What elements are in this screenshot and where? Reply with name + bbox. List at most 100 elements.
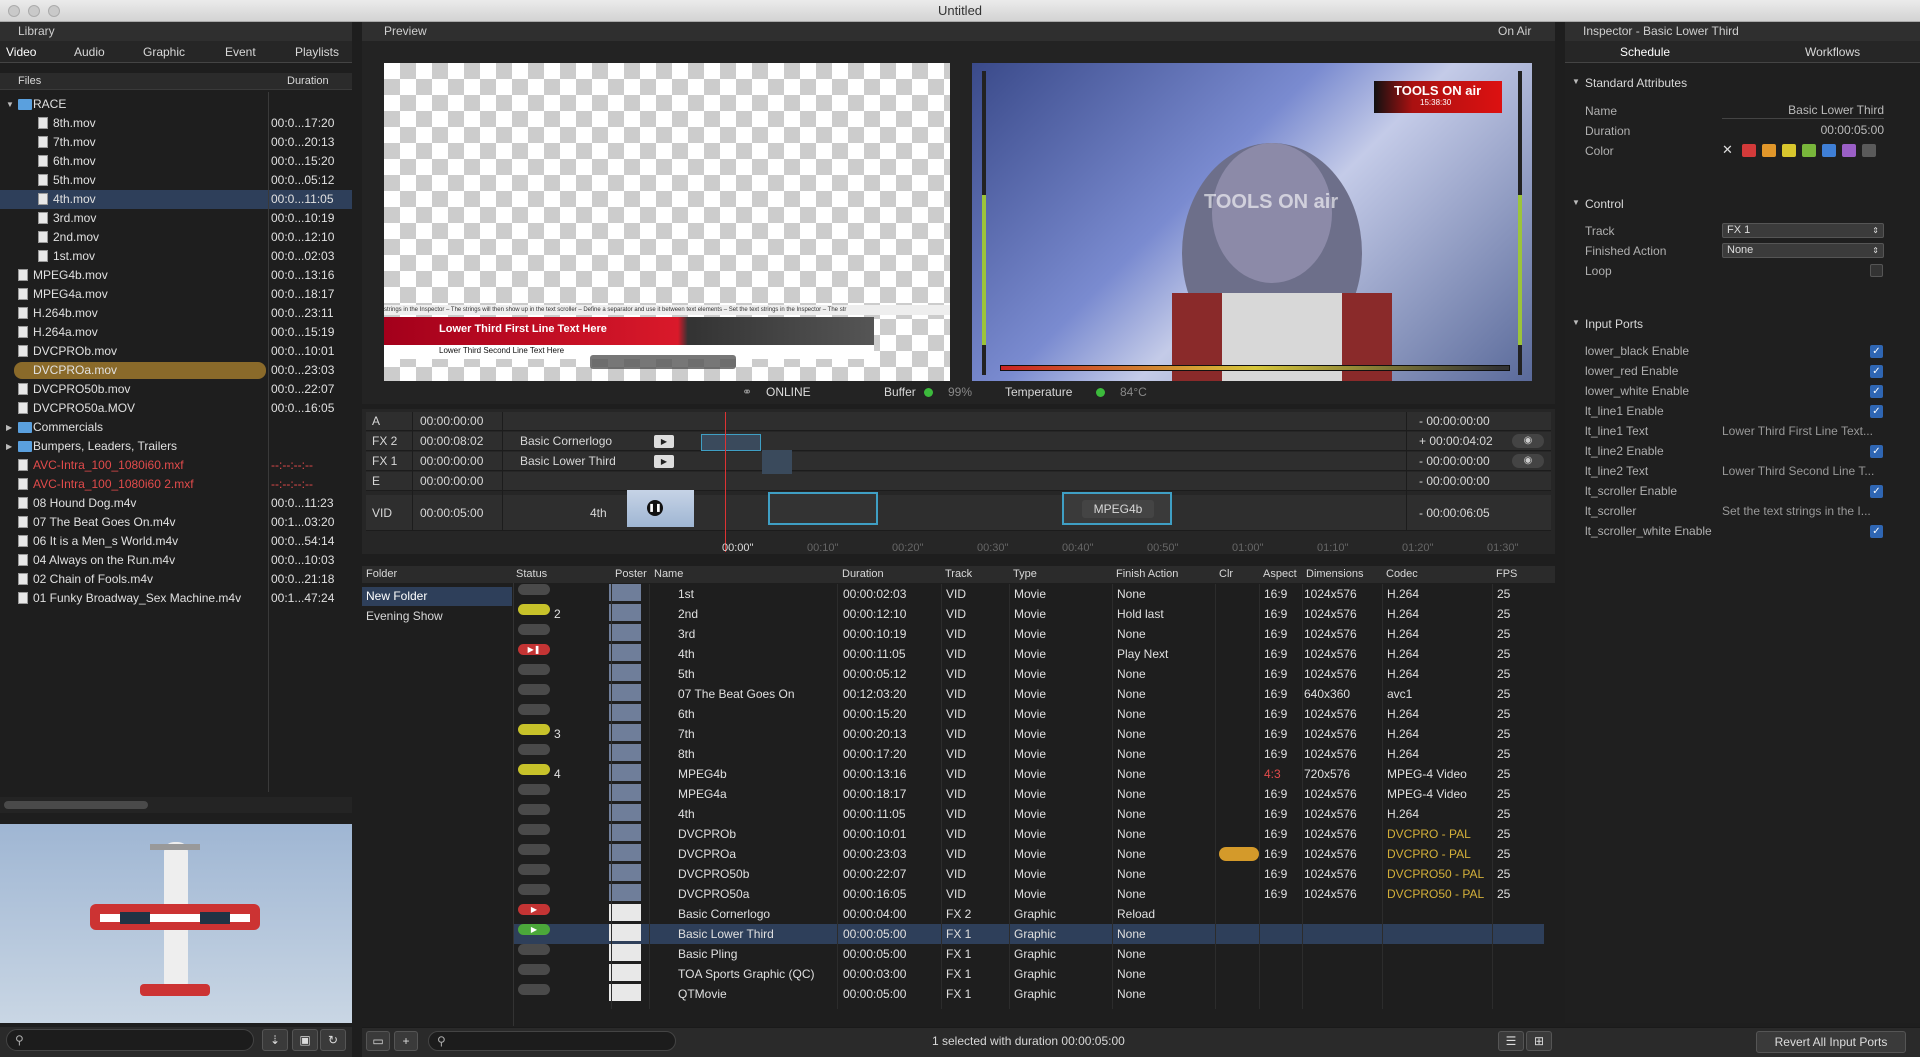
fx2-clip-block[interactable]: [701, 434, 761, 451]
table-row[interactable]: 2 2nd 00:00:12:10 VID Movie Hold last 16:9 1024…: [514, 604, 1544, 624]
status-pill[interactable]: [518, 784, 550, 795]
file-row[interactable]: 3rd.mov 00:0...10:19: [0, 209, 352, 228]
color-swatch[interactable]: [1822, 144, 1836, 157]
table-row[interactable]: 4th 00:00:11:05 VID Movie None 16:9 1024x576 H.…: [514, 804, 1544, 824]
port-checkbox[interactable]: ✓: [1870, 525, 1883, 538]
disclosure-triangle-icon[interactable]: ▼: [1572, 77, 1580, 86]
file-row[interactable]: AVC-Intra_100_1080i60 2.mxf --:--:--:--: [0, 475, 352, 494]
file-row[interactable]: 06 It is a Men_s World.m4v 00:0...54:14: [0, 532, 352, 551]
file-row[interactable]: DVCPROa.mov 00:0...23:03: [0, 361, 352, 380]
file-row[interactable]: ▼ RACE: [0, 95, 352, 114]
table-row[interactable]: ▶ Basic Lower Third 00:00:05:00 FX 1 Graphic…: [514, 924, 1544, 944]
file-row[interactable]: AVC-Intra_100_1080i60.mxf --:--:--:--: [0, 456, 352, 475]
file-row[interactable]: 8th.mov 00:0...17:20: [0, 114, 352, 133]
track-timecode[interactable]: 00:00:05:00: [420, 495, 483, 531]
tab-workflows[interactable]: Workflows: [1805, 45, 1860, 59]
table-row[interactable]: DVCPROa 00:00:23:03 VID Movie None 16:9 1024x5…: [514, 844, 1544, 864]
table-row[interactable]: 4 MPEG4b 00:00:13:16 VID Movie None 4:3 720x576…: [514, 764, 1544, 784]
visibility-eye-icon[interactable]: ◉: [1512, 454, 1544, 468]
finished-action-select[interactable]: None ⇕: [1722, 243, 1884, 258]
table-row[interactable]: 3 7th 00:00:20:13 VID Movie None 16:9 1024x576 H…: [514, 724, 1544, 744]
status-pill[interactable]: [518, 964, 550, 975]
file-row[interactable]: 6th.mov 00:0...15:20: [0, 152, 352, 171]
table-row[interactable]: 6th 00:00:15:20 VID Movie None 16:9 1024x576 H.…: [514, 704, 1544, 724]
color-swatch[interactable]: [1802, 144, 1816, 157]
table-row[interactable]: Basic Pling 00:00:05:00 FX 1 Graphic None: [514, 944, 1544, 964]
col-duration[interactable]: Duration: [287, 73, 329, 90]
col-aspect[interactable]: Aspect: [1263, 566, 1297, 583]
tab-playlists[interactable]: Playlists: [295, 45, 339, 59]
table-row[interactable]: 1st 00:00:02:03 VID Movie None 16:9 1024x576 H.…: [514, 584, 1544, 604]
status-pill[interactable]: [518, 764, 550, 775]
table-row[interactable]: TOA Sports Graphic (QC) 00:00:03:00 FX 1 Gr…: [514, 964, 1544, 984]
table-row[interactable]: MPEG4a 00:00:18:17 VID Movie None 16:9 1024x57…: [514, 784, 1544, 804]
table-row[interactable]: 8th 00:00:17:20 VID Movie None 16:9 1024x576 H.…: [514, 744, 1544, 764]
loop-checkbox[interactable]: [1870, 264, 1883, 277]
status-pill[interactable]: [518, 684, 550, 695]
tab-audio[interactable]: Audio: [74, 45, 105, 59]
port-checkbox[interactable]: ✓: [1870, 385, 1883, 398]
revert-input-ports-button[interactable]: Revert All Input Ports: [1756, 1031, 1906, 1053]
file-row[interactable]: 07 The Beat Goes On.m4v 00:1...03:20: [0, 513, 352, 532]
playhead[interactable]: [725, 412, 726, 552]
track-select[interactable]: FX 1 ⇕: [1722, 223, 1884, 238]
color-swatch[interactable]: [1782, 144, 1796, 157]
vid-clip-block[interactable]: [768, 492, 878, 525]
col-duration[interactable]: Duration: [842, 566, 884, 583]
status-pill[interactable]: [518, 944, 550, 955]
col-type[interactable]: Type: [1013, 566, 1037, 583]
table-row[interactable]: ▶ Basic Cornerlogo 00:00:04:00 FX 2 Graphic R…: [514, 904, 1544, 924]
zoom-window-button[interactable]: [48, 5, 60, 17]
sort-button[interactable]: ⇣: [262, 1029, 288, 1051]
status-pill[interactable]: [518, 864, 550, 875]
file-row[interactable]: DVCPRO50a.MOV 00:0...16:05: [0, 399, 352, 418]
tab-schedule[interactable]: Schedule: [1620, 45, 1670, 59]
status-pill[interactable]: [518, 884, 550, 895]
col-dimensions[interactable]: Dimensions: [1306, 566, 1363, 583]
port-text-field[interactable]: Lower Third Second Line T...: [1722, 464, 1884, 478]
fx1-clip-block[interactable]: [762, 450, 792, 474]
tab-graphic[interactable]: Graphic: [143, 45, 185, 59]
col-name[interactable]: Name: [654, 566, 683, 583]
folder-item-evening-show[interactable]: Evening Show: [362, 607, 512, 626]
table-row[interactable]: 07 The Beat Goes On 00:12:03:20 VID Movie No…: [514, 684, 1544, 704]
file-row[interactable]: H.264b.mov 00:0...23:11: [0, 304, 352, 323]
visibility-eye-icon[interactable]: ◉: [1512, 434, 1544, 448]
status-pill[interactable]: [518, 844, 550, 855]
col-poster[interactable]: Poster: [615, 566, 647, 583]
library-scrollbar[interactable]: [0, 797, 352, 813]
port-text-field[interactable]: Set the text strings in the I...: [1722, 504, 1884, 518]
track-timecode[interactable]: 00:00:00:00: [420, 412, 483, 431]
status-pill[interactable]: ▶: [518, 924, 550, 935]
track-timecode[interactable]: 00:00:00:00: [420, 452, 483, 471]
track-play-button[interactable]: ▶: [654, 435, 674, 448]
list-view-button[interactable]: ☰: [1498, 1031, 1524, 1051]
file-row[interactable]: DVCPRO50b.mov 00:0...22:07: [0, 380, 352, 399]
file-row[interactable]: 4th.mov 00:0...11:05: [0, 190, 352, 209]
transport-overlay[interactable]: [590, 355, 736, 369]
col-track[interactable]: Track: [945, 566, 972, 583]
no-color-x-icon[interactable]: ✕: [1722, 142, 1733, 158]
table-row[interactable]: DVCPRO50a 00:00:16:05 VID Movie None 16:9 1024…: [514, 884, 1544, 904]
file-row[interactable]: 5th.mov 00:0...05:12: [0, 171, 352, 190]
color-swatch[interactable]: [1742, 144, 1756, 157]
status-pill[interactable]: ▶: [518, 904, 550, 915]
color-swatch[interactable]: [1862, 144, 1876, 157]
status-pill[interactable]: [518, 724, 550, 735]
port-checkbox[interactable]: ✓: [1870, 485, 1883, 498]
file-row[interactable]: H.264a.mov 00:0...15:19: [0, 323, 352, 342]
port-checkbox[interactable]: ✓: [1870, 365, 1883, 378]
file-row[interactable]: 02 Chain of Fools.m4v 00:0...21:18: [0, 570, 352, 589]
add-playlist-button[interactable]: ▭: [366, 1031, 390, 1051]
color-swatch[interactable]: [1762, 144, 1776, 157]
table-row[interactable]: ▶❚ 4th 00:00:11:05 VID Movie Play Next 16:9 102…: [514, 644, 1544, 664]
refresh-button[interactable]: ↻: [320, 1029, 346, 1051]
tab-event[interactable]: Event: [225, 45, 256, 59]
folder-item-new-folder[interactable]: New Folder: [362, 587, 512, 606]
add-button[interactable]: +: [394, 1031, 418, 1051]
folder-header[interactable]: Folder: [362, 566, 514, 583]
color-tag[interactable]: [1219, 847, 1259, 861]
table-row[interactable]: 3rd 00:00:10:19 VID Movie None 16:9 1024x576 H.…: [514, 624, 1544, 644]
status-pill[interactable]: ▶❚: [518, 644, 550, 655]
grid-view-button[interactable]: ⊞: [1526, 1031, 1552, 1051]
